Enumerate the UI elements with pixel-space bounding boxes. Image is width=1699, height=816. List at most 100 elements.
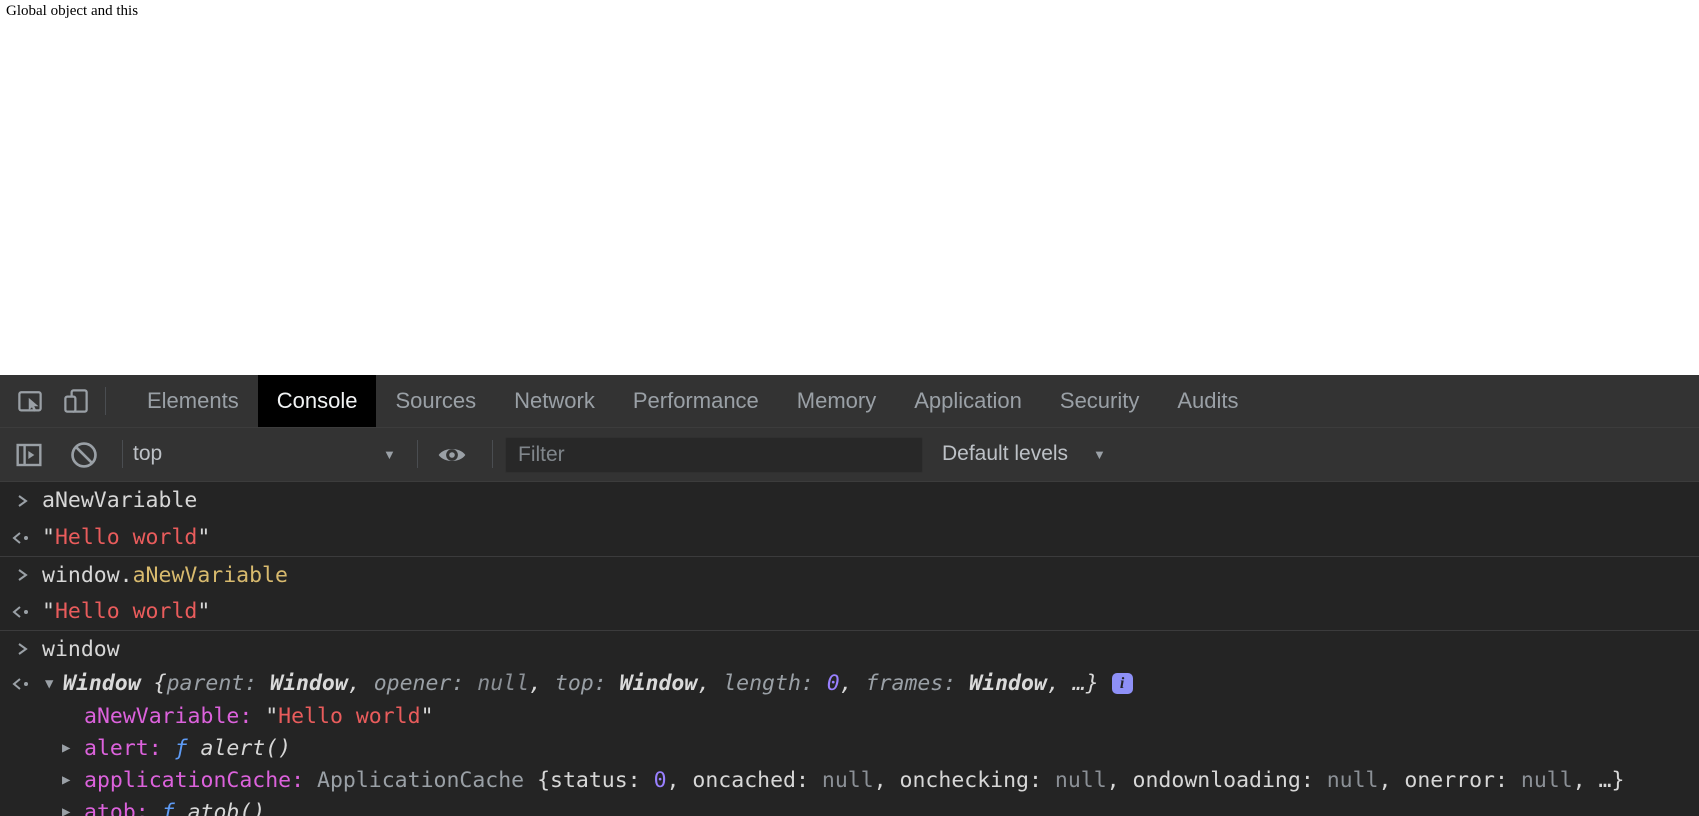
console-text: Hello world [278,703,421,729]
object-property-row: ▶ atob: ƒ atob() [0,796,1699,816]
tab-network[interactable]: Network [495,375,614,427]
tab-audits[interactable]: Audits [1158,375,1257,427]
console-sidebar-icon[interactable] [13,439,45,471]
console-text: window. [42,562,133,588]
device-toolbar-icon[interactable] [61,386,91,416]
console-text: , [529,671,555,696]
console-text: alert() [187,735,292,761]
console-text: parent: [166,671,258,696]
console-text: " [197,525,211,550]
console-text: null [1520,767,1573,793]
console-text: Hello world [54,599,198,624]
console-text: Window [270,671,348,696]
chevron-down-icon[interactable]: ▼ [383,447,396,462]
tab-memory[interactable]: Memory [778,375,895,427]
object-property-row: ▶ applicationCache: ApplicationCache {sta… [0,764,1699,796]
chevron-down-icon[interactable]: ▼ [1093,447,1106,462]
console-text: " [42,525,55,550]
frame-selector[interactable]: top [133,442,162,466]
twisty-icon[interactable]: ▶ [62,772,78,788]
page-content: Global object and this [0,0,1699,375]
result-arrow-icon [12,531,28,544]
console-text: null [477,671,530,696]
console-text: Hello world [54,525,198,550]
console-text: Window [63,671,141,696]
console-text: window [42,636,120,662]
console-text: frames: [865,671,957,696]
log-levels-dropdown[interactable]: Default levels [942,442,1068,466]
console-text: , …} [1046,671,1099,696]
console-text: null [1326,767,1379,793]
console-text: {status: [524,767,654,793]
info-icon[interactable]: i [1111,673,1133,694]
separator [105,387,106,415]
result-arrow-icon [12,605,28,618]
result-arrow-icon [12,677,28,690]
console-text: , onchecking: [873,767,1055,793]
tab-application[interactable]: Application [895,375,1041,427]
object-property-row: ▶aNewVariable: "Hello world" [0,700,1699,732]
console-text: null [821,767,874,793]
tab-console[interactable]: Console [257,375,377,427]
tab-elements[interactable]: Elements [128,375,258,427]
console-text: length: [723,671,814,696]
console-text: applicationCache: [84,767,305,793]
twisty-icon[interactable]: ▶ [62,804,78,816]
console-text: aNewVariable [132,562,288,588]
console-text: 0 [826,671,840,696]
command-prompt-icon [18,643,28,655]
eye-icon[interactable] [436,442,468,468]
tab-performance[interactable]: Performance [614,375,778,427]
console-result-row: " Hello world " [0,593,1699,630]
filter-input[interactable] [505,437,923,473]
console-messages: aNewVariable " Hello world " window. aNewVari… [0,482,1699,816]
separator [417,440,418,468]
console-command-row: window [0,630,1699,667]
tab-security[interactable]: Security [1041,375,1158,427]
console-command-row: window. aNewVariable [0,556,1699,593]
console-text: ApplicationCache [317,767,525,793]
console-text: Window [619,671,698,696]
console-preview-row: ▼ Window {parent: Window, opener: null, t… [0,667,1699,700]
inspect-icon[interactable] [15,386,45,416]
clear-console-icon[interactable] [68,439,100,471]
devtools-tabbar: Elements Console Sources Network Performance… [0,375,1699,428]
console-text: alert: [84,735,162,761]
command-prompt-icon [18,569,28,581]
console-text: " [252,703,279,729]
separator [492,440,493,468]
console-text: Window [969,671,1047,696]
console-text: atob() [174,799,266,816]
command-prompt-icon [18,494,28,507]
console-text: " [42,599,55,624]
twisty-icon[interactable]: ▶ [62,740,78,756]
console-text: ƒ [174,735,188,761]
console-text: , …} [1572,767,1625,793]
console-text: top: [554,671,607,696]
console-text: aNewVariable [42,488,198,513]
console-text: , oncached: [666,767,822,793]
console-text: atob: [84,799,149,816]
console-text: , [697,671,724,696]
devtools-panel: Elements Console Sources Network Performance… [0,375,1699,816]
console-command-row: aNewVariable [0,482,1699,519]
console-toolbar: top ▼ Default levels ▼ [0,428,1699,482]
console-text: " [420,703,434,729]
console-text: " [197,599,211,624]
console-text: 0 [653,767,667,793]
twisty-icon[interactable]: ▼ [45,676,61,692]
separator [122,440,123,468]
console-text: opener: [373,671,465,696]
tab-strip: Elements Console Sources Network Performance… [128,375,1258,427]
console-text: , [839,671,866,696]
tab-sources[interactable]: Sources [376,375,495,427]
console-text: , onerror: [1378,767,1521,793]
